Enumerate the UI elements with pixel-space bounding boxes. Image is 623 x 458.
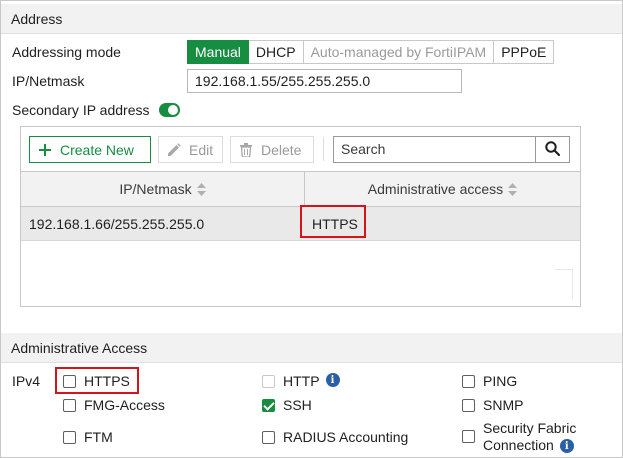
toolbar-separator (323, 137, 324, 161)
ping-label: PING (483, 373, 518, 389)
security-fabric-label-line2: Connection (483, 437, 554, 453)
ssh-label: SSH (283, 397, 312, 413)
mode-dhcp-button[interactable]: DHCP (248, 40, 304, 64)
resize-handle[interactable] (555, 269, 573, 299)
secondary-ip-label: Secondary IP address (12, 102, 150, 118)
highlight-box (300, 205, 366, 238)
address-section-header: Address (1, 4, 622, 34)
admin-access-section-title: Administrative Access (11, 340, 148, 356)
highlight-box (55, 367, 139, 394)
column-header-label: Administrative access (367, 181, 504, 197)
mode-manual-button[interactable]: Manual (187, 40, 249, 64)
create-new-label: Create New (60, 141, 134, 158)
delete-button: Delete (230, 136, 314, 163)
option-ssh[interactable]: SSH (262, 397, 312, 413)
option-fmg-access[interactable]: FMG-Access (63, 397, 165, 413)
search-icon (545, 140, 561, 159)
fmg-access-label: FMG-Access (84, 397, 165, 413)
search-box[interactable]: Search (333, 136, 570, 163)
addressing-mode-label: Addressing mode (12, 44, 121, 60)
edit-button: Edit (158, 136, 223, 163)
radius-accounting-label: RADIUS Accounting (283, 429, 409, 445)
admin-access-section-header: Administrative Access (1, 333, 622, 363)
security-fabric-label-line1: Security Fabric (483, 420, 577, 436)
radius-accounting-checkbox[interactable] (262, 431, 275, 444)
option-ping[interactable]: PING (462, 373, 517, 389)
ip-netmask-input[interactable]: 192.168.1.55/255.255.255.0 (187, 69, 462, 93)
sort-icon (196, 182, 206, 196)
column-header-ip-netmask[interactable]: IP/Netmask (21, 172, 305, 206)
edit-label: Edit (189, 141, 214, 158)
http-label: HTTP (283, 373, 320, 389)
secondary-ip-toggle[interactable] (159, 103, 180, 117)
mode-fortiipam-button: Auto-managed by FortiIPAM (303, 40, 495, 64)
addressing-mode-selector: Manual DHCP Auto-managed by FortiIPAM PP… (187, 40, 555, 64)
option-snmp[interactable]: SNMP (462, 397, 523, 413)
security-fabric-connection-checkbox[interactable] (462, 430, 475, 443)
ping-checkbox[interactable] (462, 375, 475, 388)
security-fabric-connection-label: Security Fabric Connection i (483, 420, 576, 454)
info-icon[interactable]: i (559, 439, 574, 454)
column-header-administrative-access[interactable]: Administrative access (305, 172, 580, 206)
ssh-checkbox[interactable] (262, 399, 275, 412)
snmp-label: SNMP (483, 397, 524, 413)
search-button[interactable] (535, 137, 569, 162)
snmp-checkbox[interactable] (462, 399, 475, 412)
ip-netmask-label: IP/Netmask (12, 73, 85, 89)
create-new-button[interactable]: Create New (29, 136, 151, 163)
option-radius-accounting[interactable]: RADIUS Accounting (262, 429, 408, 445)
ftm-label: FTM (84, 429, 113, 445)
sort-icon (508, 182, 518, 196)
option-http: HTTP i (262, 373, 340, 389)
delete-label: Delete (261, 141, 302, 158)
toggle-knob (168, 105, 178, 115)
plus-icon (37, 142, 53, 158)
http-checkbox (262, 375, 275, 388)
cell-ip-netmask: 192.168.1.66/255.255.255.0 (29, 216, 205, 232)
ipv4-label: IPv4 (12, 373, 41, 389)
search-input[interactable]: Search (334, 137, 535, 162)
option-ftm[interactable]: FTM (63, 429, 113, 445)
table-header: IP/Netmask Administrative access (21, 171, 580, 207)
info-icon[interactable]: i (325, 373, 340, 387)
option-security-fabric-connection[interactable]: Security Fabric Connection i (462, 420, 576, 454)
ftm-checkbox[interactable] (63, 431, 76, 444)
pencil-icon (166, 142, 182, 158)
column-header-label: IP/Netmask (119, 181, 192, 197)
fmg-access-checkbox[interactable] (63, 399, 76, 412)
trash-icon (238, 142, 254, 158)
address-section-title: Address (11, 11, 63, 27)
mode-pppoe-button[interactable]: PPPoE (494, 40, 555, 64)
